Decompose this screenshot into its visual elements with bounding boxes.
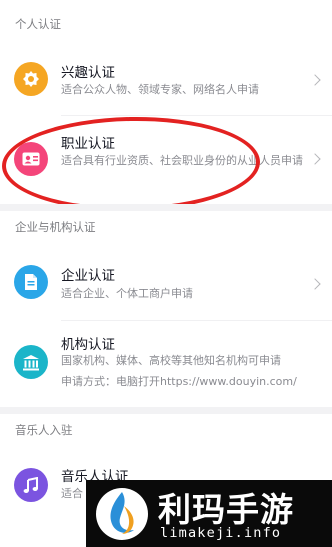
watermark-logo-icon xyxy=(96,488,148,540)
section-divider xyxy=(0,407,332,414)
music-note-icon xyxy=(14,468,48,502)
watermark-url: limakeji.info xyxy=(160,525,282,541)
institution-apply-method[interactable]: 申请方式：电脑打开https://www.douyin.com/ xyxy=(61,373,326,391)
enterprise-certification-desc: 适合企业、个体工商户申请 xyxy=(61,287,193,300)
institution-certification-title: 机构认证 xyxy=(61,337,115,353)
institution-certification-item[interactable]: 机构认证 国家机构、媒体、高校等其他知名机构可申请 申请方式：电脑打开https… xyxy=(0,325,332,405)
chevron-right-icon xyxy=(309,74,321,86)
interest-certification-item[interactable]: 兴趣认证 适合公众人物、领域专家、网络名人申请 xyxy=(0,50,332,115)
badge-icon xyxy=(14,62,48,96)
watermark-title: 利玛手游 xyxy=(158,490,294,529)
section-title-music: 音乐人入驻 xyxy=(15,423,73,437)
row-divider xyxy=(61,115,332,116)
row-divider xyxy=(61,320,332,321)
watermark-banner: 利玛手游 limakeji.info xyxy=(86,480,332,547)
chevron-right-icon xyxy=(309,153,321,165)
interest-certification-desc: 适合公众人物、领域专家、网络名人申请 xyxy=(61,83,259,96)
enterprise-certification-title: 企业认证 xyxy=(61,268,115,284)
chevron-right-icon xyxy=(309,278,321,290)
interest-certification-title: 兴趣认证 xyxy=(61,65,115,81)
section-title-personal: 个人认证 xyxy=(15,17,61,31)
enterprise-certification-item[interactable]: 企业认证 适合企业、个体工商户申请 xyxy=(0,252,332,317)
institution-certification-desc: 国家机构、媒体、高校等其他知名机构可申请 xyxy=(61,354,281,367)
section-title-enterprise: 企业与机构认证 xyxy=(15,220,96,234)
section-divider xyxy=(0,204,332,211)
bank-icon xyxy=(14,345,48,379)
document-icon xyxy=(14,265,48,299)
